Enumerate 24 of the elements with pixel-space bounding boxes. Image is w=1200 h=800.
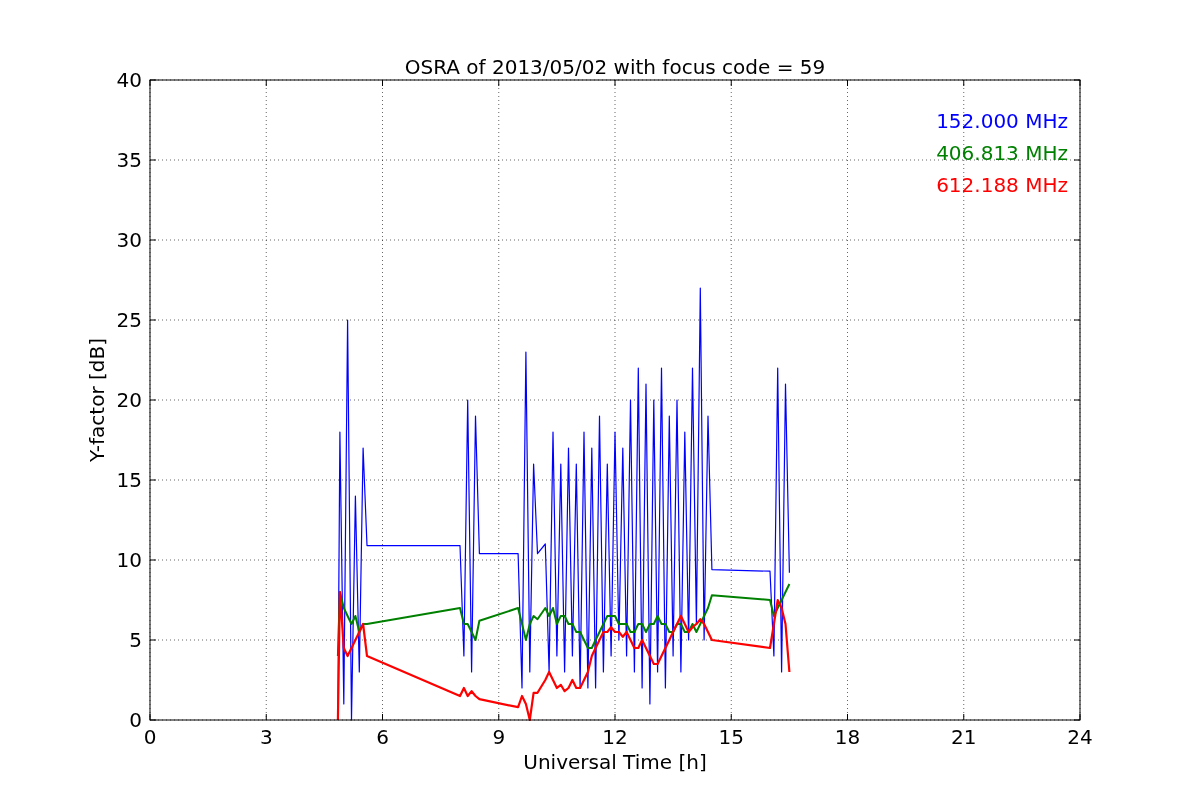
legend-label: 612.188 MHz [936, 173, 1068, 197]
tick-label: 30 [116, 228, 142, 252]
tick-label: 0 [129, 708, 142, 732]
tick-label: 12 [602, 725, 628, 749]
tick-label: 40 [116, 68, 142, 92]
tick-label: 5 [129, 628, 142, 652]
chart-title: OSRA of 2013/05/02 with focus code = 59 [404, 55, 826, 79]
tick-label: 3 [259, 725, 273, 749]
tick-label: 21 [951, 725, 977, 749]
legend-label: 406.813 MHz [936, 141, 1068, 165]
tick-label: 18 [834, 725, 861, 749]
tick-label: 35 [116, 148, 142, 172]
tick-label: 25 [116, 308, 142, 332]
axis-label: Y-factor [dB] [85, 338, 109, 462]
tick-label: 15 [116, 468, 142, 492]
legend-label: 152.000 MHz [936, 109, 1068, 133]
tick-label: 0 [143, 725, 157, 749]
tick-label: 10 [116, 548, 142, 572]
tick-label: 20 [116, 388, 142, 412]
tick-label: 24 [1067, 725, 1093, 749]
tick-label: 15 [718, 725, 744, 749]
tick-label: 9 [492, 725, 506, 749]
tick-label: 6 [376, 725, 389, 749]
axis-label: Universal Time [h] [523, 750, 707, 774]
